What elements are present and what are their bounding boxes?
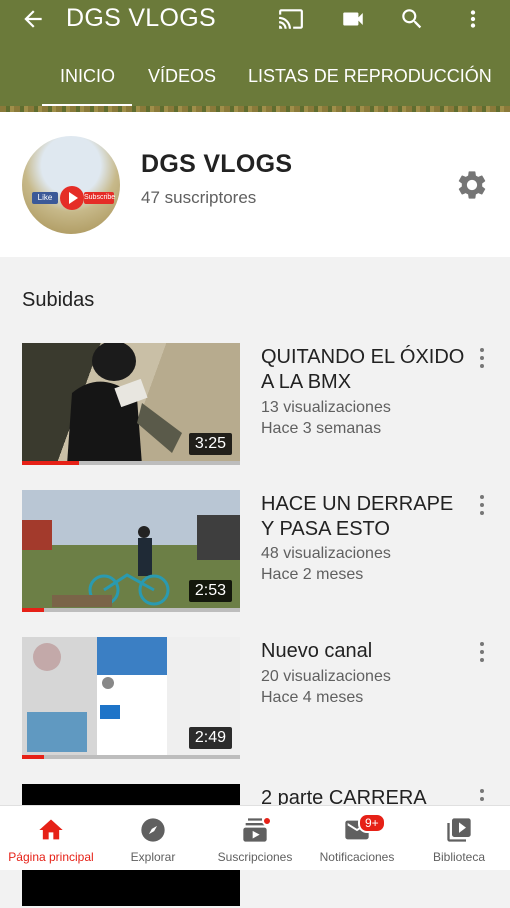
cast-icon[interactable] [276,6,306,32]
video-views: 20 visualizaciones [261,668,391,685]
watch-progress [22,755,44,759]
nav-label: Explorar [130,850,176,864]
channel-header: Like Subscribe DGS VLOGS 47 suscriptores [0,112,510,257]
video-views: 48 visualizaciones [261,545,391,562]
video-age: Hace 4 meses [261,689,364,706]
more-vert-icon[interactable] [476,347,488,369]
watch-progress-track [22,755,240,759]
video-title[interactable]: Nuevo canal [261,639,471,664]
subscriber-count: 47 suscriptores [141,188,257,207]
video-age: Hace 2 meses [261,566,364,583]
gear-icon[interactable] [455,168,489,202]
video-age: Hace 3 semanas [261,420,382,437]
new-content-dot [262,816,272,826]
compass-icon [141,818,165,842]
home-icon [39,819,63,840]
nav-library[interactable]: Biblioteca [408,806,510,871]
video-duration: 2:53 [188,580,232,602]
top-toolbar: DGS VLOGS [0,0,510,38]
nav-label: Página principal [8,850,94,864]
more-vert-icon[interactable] [458,6,488,32]
notification-badge: 9+ [358,813,386,833]
video-duration: 2:49 [188,727,232,749]
channel-name: DGS VLOGS [141,150,293,178]
video-item[interactable]: 3:25 QUITANDO EL ÓXIDO A LA BMX 13 visua… [0,343,510,467]
nav-explore[interactable]: Explorar [102,806,204,871]
library-icon [447,818,471,842]
watch-progress-track [22,608,240,612]
more-vert-icon[interactable] [476,494,488,516]
search-icon[interactable] [397,6,427,32]
video-thumbnail[interactable]: 3:25 [22,343,240,465]
nav-notifications[interactable]: 9+ Notificaciones [306,806,408,871]
video-camera-icon[interactable] [338,6,368,32]
video-thumbnail[interactable]: 2:53 [22,490,240,612]
avatar-subscribe-label: Subscribe [84,192,115,204]
video-duration: 3:25 [188,433,232,455]
nav-label: Biblioteca [432,850,486,864]
nav-label: Notificaciones [319,850,395,864]
watch-progress [22,608,44,612]
youtube-logo-icon [60,186,84,210]
nav-subscriptions[interactable]: Suscripciones [204,806,306,871]
avatar-like-label: Like [32,192,58,204]
app-bar: DGS VLOGS INICIO VÍDEOS LISTAS DE REPROD… [0,0,510,112]
tab-videos[interactable]: VÍDEOS [148,66,216,87]
watch-progress [22,461,79,465]
video-item[interactable]: 2:49 Nuevo canal 20 visualizaciones Hace… [0,637,510,761]
nav-home[interactable]: Página principal [0,806,102,871]
section-title: Subidas [22,289,95,311]
more-vert-icon[interactable] [476,641,488,663]
tab-inicio[interactable]: INICIO [60,66,115,87]
avatar: Like Subscribe [22,136,120,234]
video-thumbnail[interactable]: 2:49 [22,637,240,759]
video-title[interactable]: HACE UN DERRAPE Y PASA ESTO [261,492,471,542]
channel-tabs: INICIO VÍDEOS LISTAS DE REPRODUCCIÓN [0,56,510,106]
back-arrow-icon[interactable] [18,6,48,32]
nav-label: Suscripciones [217,850,293,864]
video-title[interactable]: QUITANDO EL ÓXIDO A LA BMX [261,345,471,395]
tab-playlists[interactable]: LISTAS DE REPRODUCCIÓN [248,66,492,87]
video-item[interactable]: 2:53 HACE UN DERRAPE Y PASA ESTO 48 visu… [0,490,510,614]
page-title: DGS VLOGS [66,4,216,32]
bottom-navigation: Página principal Explorar Suscripciones … [0,805,510,870]
video-views: 13 visualizaciones [261,399,391,416]
